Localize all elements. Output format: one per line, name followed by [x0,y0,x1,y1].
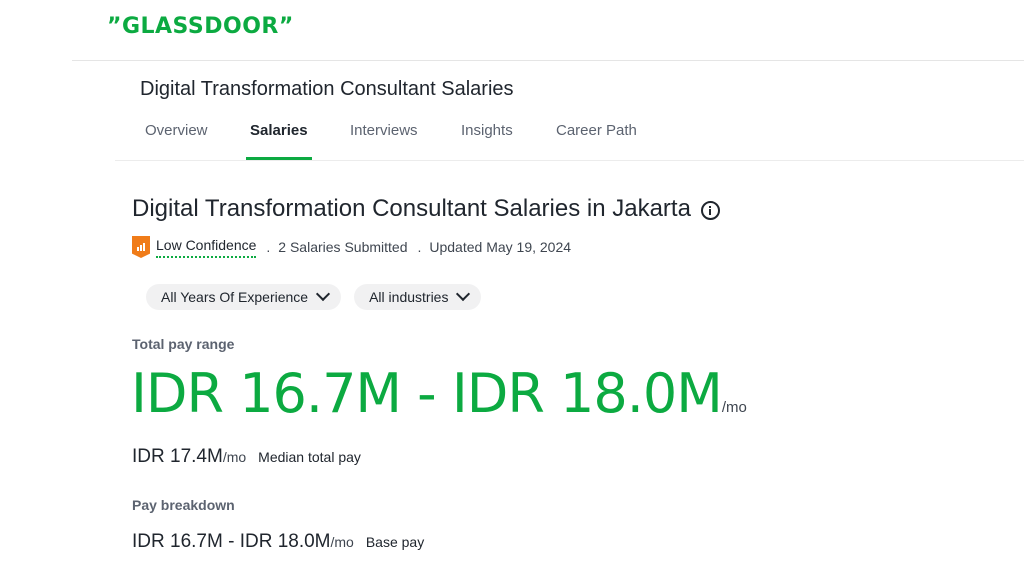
chevron-down-icon [456,286,471,302]
industry-filter-dropdown[interactable]: All industries [354,284,482,310]
tab-career-path[interactable]: Career Path [556,122,637,159]
base-pay-label: Base pay [365,534,425,550]
salary-page: ”GLASSDOOR” Digital Transformation Consu… [0,0,1024,576]
experience-filter-label: All Years Of Experience [161,289,309,305]
base-pay-row: IDR 16.7M - IDR 18.0M /mo Base pay [132,531,424,553]
tab-insights[interactable]: Insights [461,122,513,159]
info-icon[interactable] [700,200,720,220]
page-title-text: Digital Transformation Consultant Salari… [132,195,691,222]
total-pay-label: Total pay range [132,336,235,352]
updated-date: Updated May 19, 2024 [429,239,572,255]
header-divider [72,60,1024,61]
total-pay-range: IDR 16.7M - IDR 18.0M/mo [131,362,747,425]
separator-dot: . [266,239,271,255]
confidence-icon [132,236,150,258]
tab-overview[interactable]: Overview [145,122,208,159]
total-pay-range-value: IDR 16.7M - IDR 18.0M [131,362,723,425]
filter-bar: All Years Of Experience All industries [146,284,494,310]
salary-meta: Low Confidence . 2 Salaries Submitted . … [132,236,571,258]
page-title: Digital Transformation Consultant Salari… [132,195,720,223]
chevron-down-icon [316,286,331,302]
experience-filter-dropdown[interactable]: All Years Of Experience [146,284,342,310]
salaries-submitted: 2 Salaries Submitted [278,239,408,255]
tab-interviews[interactable]: Interviews [350,122,418,159]
base-pay-unit: /mo [330,534,354,550]
median-pay-row: IDR 17.4M /mo Median total pay [132,446,361,468]
confidence-label[interactable]: Low Confidence [156,237,257,258]
industry-filter-label: All industries [369,289,449,305]
tab-salaries[interactable]: Salaries [246,122,312,160]
separator-dot: . [417,239,422,255]
total-pay-unit: /mo [721,399,747,416]
job-title: Digital Transformation Consultant Salari… [140,78,514,100]
median-pay-unit: /mo [222,449,247,465]
median-pay-value: IDR 17.4M [132,446,223,467]
base-pay-value: IDR 16.7M - IDR 18.0M [132,531,331,552]
glassdoor-logo[interactable]: ”GLASSDOOR” [107,14,294,39]
median-pay-label: Median total pay [258,449,361,465]
pay-breakdown-label: Pay breakdown [132,497,235,513]
tab-bar: Overview Salaries Interviews Insights Ca… [115,114,1024,161]
